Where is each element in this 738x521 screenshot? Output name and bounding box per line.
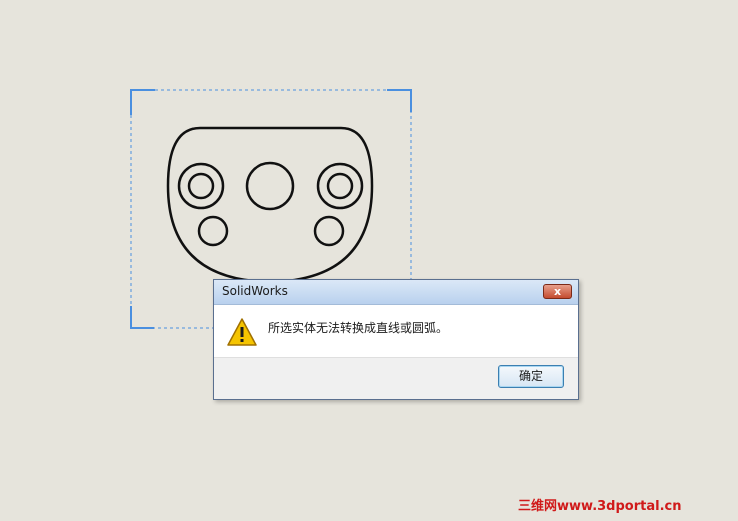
dialog-title: SolidWorks: [222, 284, 288, 298]
ok-button[interactable]: 确定: [498, 365, 564, 388]
close-icon: x: [553, 285, 562, 298]
dialog-footer: 确定: [214, 357, 578, 399]
dialog-body: 所选实体无法转换成直线或圆弧。: [214, 305, 578, 358]
sketch-circle-lower-left[interactable]: [197, 215, 229, 247]
sketch-circle-right-outer[interactable]: [316, 162, 364, 210]
sketch-outline[interactable]: [166, 126, 374, 284]
dialog-titlebar[interactable]: SolidWorks x: [214, 280, 578, 305]
warning-icon: [227, 318, 257, 346]
sketch-circle-lower-right[interactable]: [313, 215, 345, 247]
dialog-message: 所选实体无法转换成直线或圆弧。: [268, 321, 449, 335]
close-button[interactable]: x: [543, 284, 572, 299]
sketch-circle-left-outer[interactable]: [177, 162, 225, 210]
graphics-area[interactable]: [0, 0, 738, 517]
sketch-circle-left-inner[interactable]: [187, 172, 215, 200]
sketch-circle-right-inner[interactable]: [326, 172, 354, 200]
solidworks-dialog: SolidWorks x 所选实体无法转换成直线或圆弧。 确定: [213, 279, 579, 400]
sketch-circle-center[interactable]: [245, 161, 295, 211]
sketch-view: [130, 89, 412, 329]
watermark: 三维网www.3dportal.cn: [518, 499, 682, 514]
